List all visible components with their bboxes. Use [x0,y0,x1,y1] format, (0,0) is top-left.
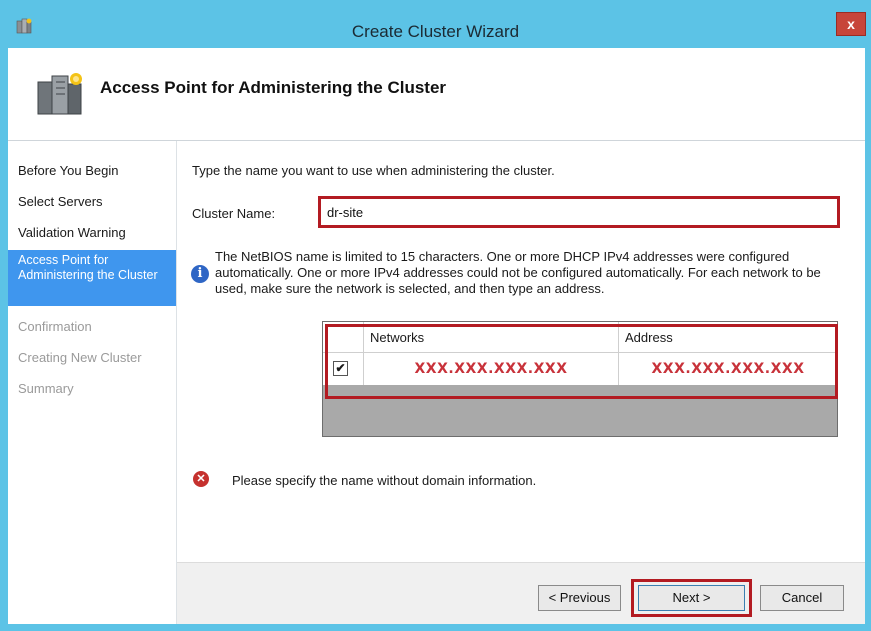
wizard-steps: Before You Begin Select Servers Validati… [8,141,177,624]
cancel-button[interactable]: Cancel [760,585,844,611]
checkmark-icon: ✔ [335,361,346,375]
network-cell: XXX.XXX.XXX.XXX [364,353,619,385]
title-bar[interactable]: Create Cluster Wizard x [0,0,871,48]
address-value[interactable]: XXX.XXX.XXX.XXX [619,361,837,377]
address-column-label: Address [625,330,673,345]
step-summary: Summary [18,381,74,396]
step-select-servers[interactable]: Select Servers [8,194,176,209]
wizard-window: Create Cluster Wizard x Access Point for… [0,0,871,631]
window-bottom-border [0,624,871,631]
step-before-you-begin[interactable]: Before You Begin [8,163,176,178]
previous-button[interactable]: < Previous [538,585,621,611]
networks-column-label: Networks [370,330,425,345]
page-title: Access Point for Administering the Clust… [100,78,447,97]
info-icon: i [191,265,209,283]
wizard-footer: < Previous Next > Cancel [177,562,865,625]
error-icon: ✕ [193,471,209,487]
wizard-header: Access Point for Administering the Clust… [8,48,865,141]
row-checkbox-cell: ✔ [323,353,364,385]
info-message: The NetBIOS name is limited to 15 charac… [215,249,821,296]
step-validation-warning[interactable]: Validation Warning [8,225,176,240]
header-address[interactable]: Address [619,322,837,352]
networks-table[interactable]: Networks Address ✔ XXX.XXX.XXX.XXX XXX.X… [322,321,838,437]
address-cell[interactable]: XXX.XXX.XXX.XXX [619,353,837,385]
network-checkbox[interactable]: ✔ [333,361,348,376]
header-checkbox-column [323,322,364,352]
cluster-name-label: Cluster Name: [192,206,276,221]
table-header: Networks Address [323,322,837,353]
close-icon: x [847,16,855,32]
cluster-name-input[interactable] [318,196,840,228]
error-message: Please specify the name without domain i… [232,473,537,488]
close-button[interactable]: x [836,12,866,36]
step-confirmation: Confirmation [18,319,92,334]
window-title: Create Cluster Wizard [351,22,520,41]
intro-text: Type the name you want to use when admin… [192,163,555,178]
cluster-servers-icon [37,73,82,115]
next-button[interactable]: Next > [638,585,745,611]
step-creating-new-cluster: Creating New Cluster [18,350,142,365]
wizard-content: Type the name you want to use when admin… [177,141,865,562]
table-row[interactable]: ✔ XXX.XXX.XXX.XXX XXX.XXX.XXX.XXX [323,353,837,385]
header-networks[interactable]: Networks [364,322,619,352]
network-value: XXX.XXX.XXX.XXX [414,361,568,377]
step-access-point[interactable]: Access Point for Administering the Clust… [8,250,176,306]
